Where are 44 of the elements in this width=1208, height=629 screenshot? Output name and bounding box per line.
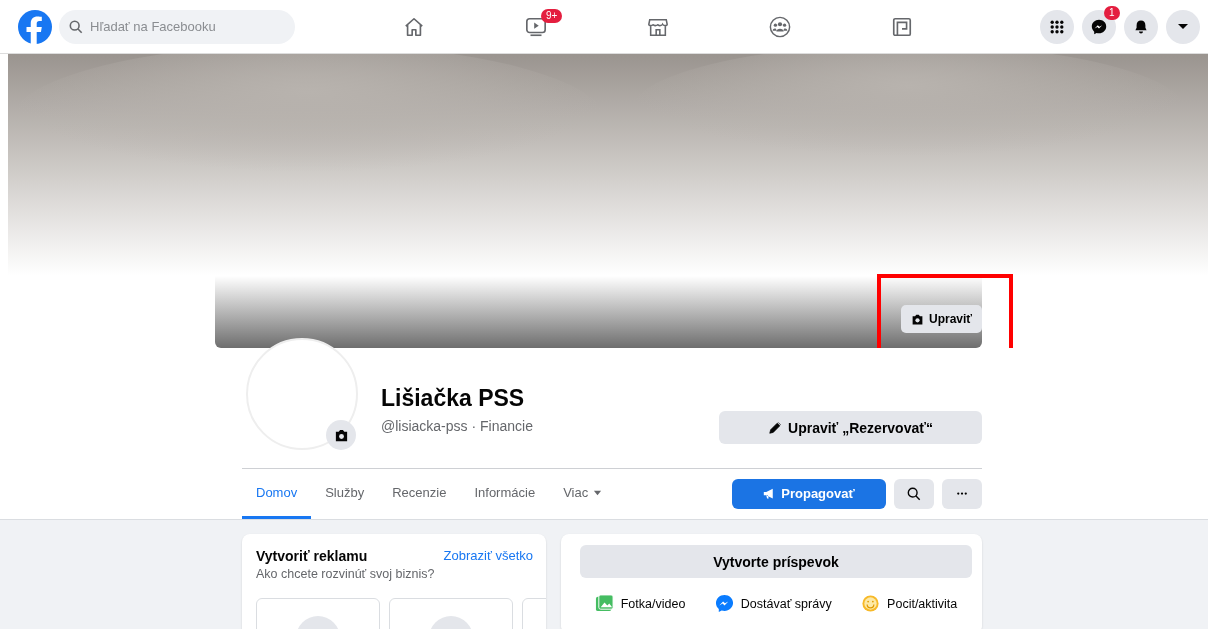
photo-icon xyxy=(594,594,614,613)
home-icon[interactable] xyxy=(403,15,425,38)
post-option[interactable]: Pocit/aktivita xyxy=(856,590,963,617)
caret-icon xyxy=(1178,24,1188,29)
search-icon xyxy=(69,19,83,34)
pencil-icon xyxy=(768,420,783,435)
facebook-logo[interactable] xyxy=(18,9,52,44)
card-title: Vytvoriť reklamu xyxy=(256,548,368,564)
search-button[interactable] xyxy=(894,478,934,509)
page-name: Lišiačka PSS xyxy=(381,385,526,412)
grid-icon xyxy=(1049,18,1065,35)
notification-badge: 1 xyxy=(1104,5,1120,20)
camera-icon xyxy=(911,312,924,326)
groups-icon[interactable] xyxy=(769,15,791,38)
account-button[interactable] xyxy=(1166,9,1200,44)
edit-cover-button[interactable]: Upraviť xyxy=(901,305,983,333)
post-option[interactable]: Fotka/video xyxy=(589,590,691,617)
smiley-icon xyxy=(861,594,881,613)
post-option[interactable]: Dostávať správy xyxy=(709,590,837,617)
tab[interactable]: Viac xyxy=(549,468,617,519)
messenger-button[interactable] xyxy=(1082,9,1116,44)
bell-icon xyxy=(1133,18,1149,35)
notifications-button[interactable] xyxy=(1124,9,1158,44)
page-handle: @lisiacka-pss · Financie xyxy=(381,418,533,434)
messenger-icon xyxy=(714,594,734,613)
camera-icon xyxy=(333,427,349,443)
tab[interactable]: Informácie xyxy=(460,468,550,519)
search-field[interactable]: Hľadať na Facebooku xyxy=(59,9,295,44)
tab[interactable]: Služby xyxy=(311,468,379,519)
camera-button[interactable] xyxy=(326,420,356,450)
video-icon[interactable] xyxy=(525,15,547,38)
messenger-icon xyxy=(1091,18,1107,35)
edit-booking-button[interactable]: Upraviť „Rezervovať“ xyxy=(719,411,982,444)
tab[interactable]: Domov xyxy=(242,468,312,519)
menu-button[interactable] xyxy=(1040,9,1074,44)
create-post-button[interactable]: Vytvorte príspevok xyxy=(580,545,972,578)
card-subtitle: Ako chcete rozvinúť svoj biznis? xyxy=(256,567,436,581)
tab[interactable]: Recenzie xyxy=(378,468,461,519)
search-icon xyxy=(907,486,921,501)
square-icon[interactable] xyxy=(891,15,913,38)
promote-button[interactable]: Propagovať xyxy=(732,478,886,509)
more-icon xyxy=(956,491,968,496)
see-all-link[interactable]: Zobraziť všetko xyxy=(443,548,533,564)
notification-badge: 9+ xyxy=(541,8,563,23)
